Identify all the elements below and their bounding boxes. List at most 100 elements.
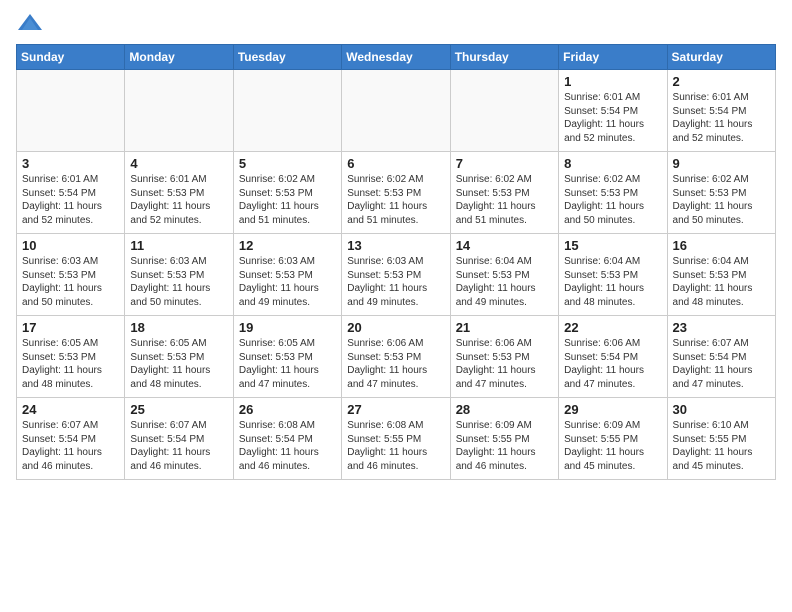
calendar-week-row: 1 Sunrise: 6:01 AM Sunset: 5:54 PM Daylig… [17, 70, 776, 152]
calendar-header-row: SundayMondayTuesdayWednesdayThursdayFrid… [17, 45, 776, 70]
calendar-cell: 7 Sunrise: 6:02 AM Sunset: 5:53 PM Daylig… [450, 152, 558, 234]
calendar-cell: 14 Sunrise: 6:04 AM Sunset: 5:53 PM Dayli… [450, 234, 558, 316]
calendar-cell [17, 70, 125, 152]
day-number: 25 [130, 402, 227, 417]
day-info: Sunrise: 6:02 AM Sunset: 5:53 PM Dayligh… [673, 173, 770, 227]
day-info: Sunrise: 6:02 AM Sunset: 5:53 PM Dayligh… [347, 173, 444, 227]
day-info: Sunrise: 6:04 AM Sunset: 5:53 PM Dayligh… [456, 255, 553, 309]
calendar-cell: 20 Sunrise: 6:06 AM Sunset: 5:53 PM Dayli… [342, 316, 450, 398]
calendar-cell: 23 Sunrise: 6:07 AM Sunset: 5:54 PM Dayli… [667, 316, 775, 398]
day-info: Sunrise: 6:07 AM Sunset: 5:54 PM Dayligh… [673, 337, 770, 391]
calendar-week-row: 17 Sunrise: 6:05 AM Sunset: 5:53 PM Dayli… [17, 316, 776, 398]
day-info: Sunrise: 6:04 AM Sunset: 5:53 PM Dayligh… [564, 255, 661, 309]
day-number: 20 [347, 320, 444, 335]
day-number: 13 [347, 238, 444, 253]
calendar-cell [450, 70, 558, 152]
day-number: 23 [673, 320, 770, 335]
day-info: Sunrise: 6:10 AM Sunset: 5:55 PM Dayligh… [673, 419, 770, 473]
day-number: 30 [673, 402, 770, 417]
calendar-cell: 24 Sunrise: 6:07 AM Sunset: 5:54 PM Dayli… [17, 398, 125, 480]
calendar-day-header: Monday [125, 45, 233, 70]
day-number: 16 [673, 238, 770, 253]
day-info: Sunrise: 6:01 AM Sunset: 5:54 PM Dayligh… [564, 91, 661, 145]
day-info: Sunrise: 6:07 AM Sunset: 5:54 PM Dayligh… [130, 419, 227, 473]
day-number: 19 [239, 320, 336, 335]
day-info: Sunrise: 6:02 AM Sunset: 5:53 PM Dayligh… [564, 173, 661, 227]
calendar-cell: 8 Sunrise: 6:02 AM Sunset: 5:53 PM Daylig… [559, 152, 667, 234]
calendar-cell: 5 Sunrise: 6:02 AM Sunset: 5:53 PM Daylig… [233, 152, 341, 234]
day-info: Sunrise: 6:01 AM Sunset: 5:54 PM Dayligh… [673, 91, 770, 145]
day-info: Sunrise: 6:04 AM Sunset: 5:53 PM Dayligh… [673, 255, 770, 309]
day-number: 17 [22, 320, 119, 335]
day-info: Sunrise: 6:03 AM Sunset: 5:53 PM Dayligh… [239, 255, 336, 309]
calendar-cell: 25 Sunrise: 6:07 AM Sunset: 5:54 PM Dayli… [125, 398, 233, 480]
calendar-cell: 19 Sunrise: 6:05 AM Sunset: 5:53 PM Dayli… [233, 316, 341, 398]
calendar-cell: 16 Sunrise: 6:04 AM Sunset: 5:53 PM Dayli… [667, 234, 775, 316]
day-number: 9 [673, 156, 770, 171]
day-number: 26 [239, 402, 336, 417]
day-info: Sunrise: 6:06 AM Sunset: 5:53 PM Dayligh… [347, 337, 444, 391]
calendar-cell: 2 Sunrise: 6:01 AM Sunset: 5:54 PM Daylig… [667, 70, 775, 152]
calendar-cell: 30 Sunrise: 6:10 AM Sunset: 5:55 PM Dayli… [667, 398, 775, 480]
logo-icon [16, 10, 44, 38]
calendar-cell: 29 Sunrise: 6:09 AM Sunset: 5:55 PM Dayli… [559, 398, 667, 480]
day-info: Sunrise: 6:02 AM Sunset: 5:53 PM Dayligh… [239, 173, 336, 227]
day-info: Sunrise: 6:09 AM Sunset: 5:55 PM Dayligh… [456, 419, 553, 473]
day-info: Sunrise: 6:02 AM Sunset: 5:53 PM Dayligh… [456, 173, 553, 227]
day-number: 22 [564, 320, 661, 335]
day-number: 12 [239, 238, 336, 253]
day-number: 29 [564, 402, 661, 417]
day-number: 24 [22, 402, 119, 417]
calendar-cell: 3 Sunrise: 6:01 AM Sunset: 5:54 PM Daylig… [17, 152, 125, 234]
calendar-cell: 11 Sunrise: 6:03 AM Sunset: 5:53 PM Dayli… [125, 234, 233, 316]
day-number: 21 [456, 320, 553, 335]
day-number: 4 [130, 156, 227, 171]
calendar-week-row: 3 Sunrise: 6:01 AM Sunset: 5:54 PM Daylig… [17, 152, 776, 234]
day-number: 5 [239, 156, 336, 171]
day-number: 27 [347, 402, 444, 417]
calendar-cell: 9 Sunrise: 6:02 AM Sunset: 5:53 PM Daylig… [667, 152, 775, 234]
day-info: Sunrise: 6:09 AM Sunset: 5:55 PM Dayligh… [564, 419, 661, 473]
day-info: Sunrise: 6:07 AM Sunset: 5:54 PM Dayligh… [22, 419, 119, 473]
day-info: Sunrise: 6:08 AM Sunset: 5:54 PM Dayligh… [239, 419, 336, 473]
calendar-cell: 22 Sunrise: 6:06 AM Sunset: 5:54 PM Dayli… [559, 316, 667, 398]
calendar-week-row: 10 Sunrise: 6:03 AM Sunset: 5:53 PM Dayli… [17, 234, 776, 316]
calendar-cell: 1 Sunrise: 6:01 AM Sunset: 5:54 PM Daylig… [559, 70, 667, 152]
day-number: 10 [22, 238, 119, 253]
calendar-cell: 4 Sunrise: 6:01 AM Sunset: 5:53 PM Daylig… [125, 152, 233, 234]
calendar-cell: 17 Sunrise: 6:05 AM Sunset: 5:53 PM Dayli… [17, 316, 125, 398]
calendar-cell: 21 Sunrise: 6:06 AM Sunset: 5:53 PM Dayli… [450, 316, 558, 398]
day-info: Sunrise: 6:06 AM Sunset: 5:53 PM Dayligh… [456, 337, 553, 391]
day-info: Sunrise: 6:06 AM Sunset: 5:54 PM Dayligh… [564, 337, 661, 391]
calendar-cell: 28 Sunrise: 6:09 AM Sunset: 5:55 PM Dayli… [450, 398, 558, 480]
day-info: Sunrise: 6:05 AM Sunset: 5:53 PM Dayligh… [130, 337, 227, 391]
calendar-cell: 6 Sunrise: 6:02 AM Sunset: 5:53 PM Daylig… [342, 152, 450, 234]
day-info: Sunrise: 6:08 AM Sunset: 5:55 PM Dayligh… [347, 419, 444, 473]
day-info: Sunrise: 6:03 AM Sunset: 5:53 PM Dayligh… [347, 255, 444, 309]
calendar-day-header: Tuesday [233, 45, 341, 70]
day-number: 3 [22, 156, 119, 171]
day-number: 6 [347, 156, 444, 171]
day-number: 8 [564, 156, 661, 171]
day-number: 7 [456, 156, 553, 171]
day-info: Sunrise: 6:05 AM Sunset: 5:53 PM Dayligh… [22, 337, 119, 391]
calendar-cell: 18Sunrise: 6:05 AM Sunset: 5:53 PM Dayli… [125, 316, 233, 398]
day-number: 14 [456, 238, 553, 253]
day-info: Sunrise: 6:03 AM Sunset: 5:53 PM Dayligh… [22, 255, 119, 309]
calendar-cell [233, 70, 341, 152]
day-info: Sunrise: 6:01 AM Sunset: 5:54 PM Dayligh… [22, 173, 119, 227]
day-number: 11 [130, 238, 227, 253]
calendar-day-header: Saturday [667, 45, 775, 70]
calendar-day-header: Friday [559, 45, 667, 70]
day-number: 28 [456, 402, 553, 417]
day-info: Sunrise: 6:01 AM Sunset: 5:53 PM Dayligh… [130, 173, 227, 227]
calendar-cell: 10 Sunrise: 6:03 AM Sunset: 5:53 PM Dayli… [17, 234, 125, 316]
header [16, 10, 776, 38]
calendar-cell: 27 Sunrise: 6:08 AM Sunset: 5:55 PM Dayli… [342, 398, 450, 480]
day-number: 2 [673, 74, 770, 89]
day-number: 1 [564, 74, 661, 89]
calendar-cell: 12 Sunrise: 6:03 AM Sunset: 5:53 PM Dayli… [233, 234, 341, 316]
day-info: Sunrise: 6:03 AM Sunset: 5:53 PM Dayligh… [130, 255, 227, 309]
calendar-cell: 15Sunrise: 6:04 AM Sunset: 5:53 PM Dayli… [559, 234, 667, 316]
day-info: Sunrise: 6:05 AM Sunset: 5:53 PM Dayligh… [239, 337, 336, 391]
